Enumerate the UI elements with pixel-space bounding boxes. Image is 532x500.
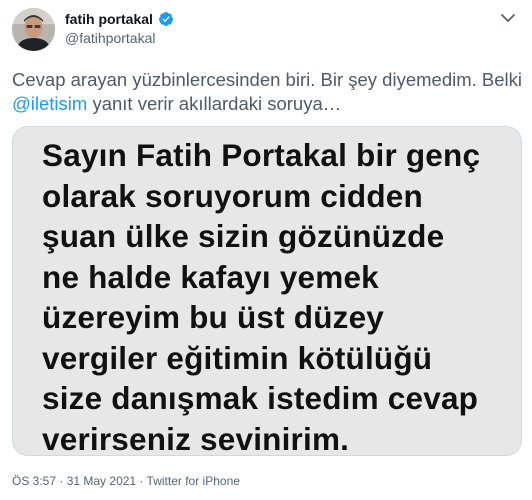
image-text-line: olarak soruyorum cidden xyxy=(42,177,423,214)
image-message-text: Sayın Fatih Portakal bir genç olarak sor… xyxy=(42,135,512,456)
author-name-row[interactable]: fatih portakal xyxy=(65,11,174,27)
mention-link[interactable]: @iletisim xyxy=(12,93,87,114)
attached-image[interactable]: Sayın Fatih Portakal bir genç olarak sor… xyxy=(12,126,522,456)
tweet-card: fatih portakal @fatihportakal Cevap aray… xyxy=(0,0,532,500)
image-text-line: vergiler eğitimin kötülüğü xyxy=(42,339,433,376)
tweet-text: Cevap arayan yüzbinlercesinden biri. Bir… xyxy=(12,68,522,116)
image-text-line: Sayın Fatih Portakal bir genç xyxy=(42,137,481,173)
more-options-button[interactable] xyxy=(498,10,518,26)
tweet-time[interactable]: ÖS 3:57 xyxy=(12,474,56,488)
image-text-line: üzereyim bu üst düzey xyxy=(42,299,385,335)
chevron-down-icon xyxy=(501,13,515,22)
avatar[interactable] xyxy=(12,8,55,51)
tweet-text-part2: yanıt verir akıllardaki soruya… xyxy=(87,93,342,114)
image-text-line: ne halde kafayı yemek xyxy=(42,258,379,295)
meta-separator: · xyxy=(136,474,147,488)
tweet-meta: ÖS 3:57 · 31 May 2021 · Twitter for iPho… xyxy=(12,474,240,488)
tweet-date[interactable]: 31 May 2021 xyxy=(67,474,136,488)
image-text-line: şuan ülke sizin gözünüzde xyxy=(42,218,445,254)
tweet-source[interactable]: Twitter for iPhone xyxy=(147,474,240,488)
verified-badge-icon xyxy=(158,11,174,27)
author-display-name[interactable]: fatih portakal xyxy=(65,11,153,27)
image-text-line: verirseniz sevinirim. xyxy=(42,420,350,456)
image-text-line: size danışmak istedim cevap xyxy=(42,380,479,416)
tweet-text-part1: Cevap arayan yüzbinlercesinden biri. Bir… xyxy=(12,69,523,90)
author-handle[interactable]: @fatihportakal xyxy=(65,30,155,46)
meta-separator: · xyxy=(56,474,67,488)
